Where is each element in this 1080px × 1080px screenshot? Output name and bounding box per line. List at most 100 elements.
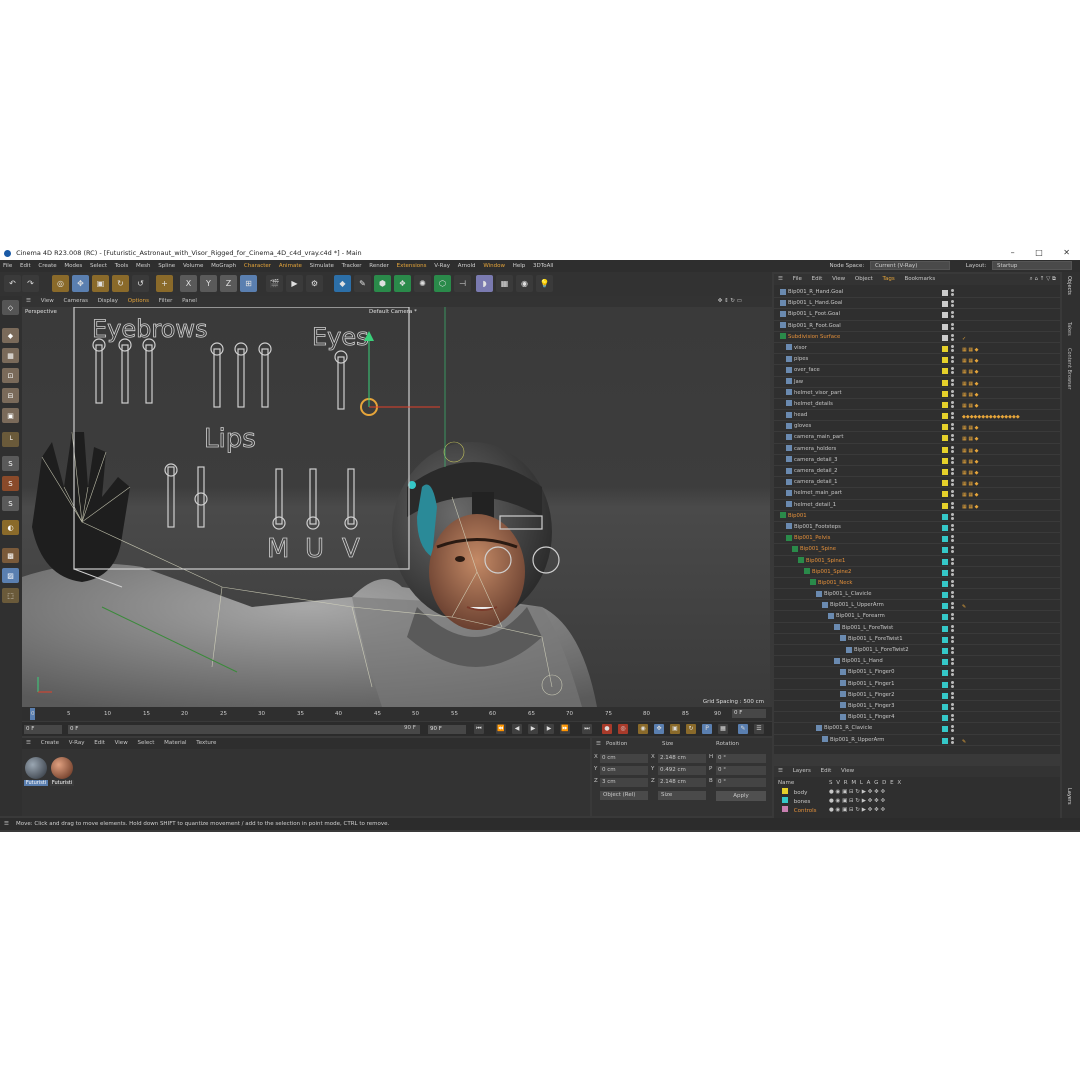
object-name[interactable]: Bip001_R_UpperArm bbox=[822, 735, 884, 746]
editor-visibility-dot[interactable] bbox=[951, 501, 954, 505]
status-menu-icon[interactable]: ☰ bbox=[4, 818, 9, 830]
object-row[interactable]: Bip001_L_Forearm bbox=[774, 611, 1060, 623]
layer-color-tag[interactable] bbox=[942, 681, 948, 688]
layer-color-tag[interactable] bbox=[942, 357, 948, 364]
layer-color-tag[interactable] bbox=[942, 301, 948, 308]
layer-flag-icons[interactable]: ● ◉ ▣ ⊟ ↻ ▶ ✥ ✥ ✜ bbox=[829, 788, 885, 797]
go-end-icon[interactable]: ⏭ bbox=[582, 724, 592, 734]
object-row[interactable]: Bip001_Spine1 bbox=[774, 556, 1060, 567]
render-visibility-dot[interactable] bbox=[951, 472, 954, 475]
render-visibility-dot[interactable] bbox=[951, 651, 954, 654]
subdivision-icon[interactable]: ⬢ bbox=[374, 275, 391, 292]
object-name[interactable]: Bip001_R_Foot.Goal bbox=[780, 321, 841, 332]
object-name[interactable]: Bip001_Spine1 bbox=[798, 556, 845, 567]
maximize-button[interactable]: □ bbox=[1035, 248, 1043, 257]
layer-menu-view[interactable]: View bbox=[837, 768, 858, 774]
coord-mode-dropdown[interactable]: Object (Rel) bbox=[600, 791, 648, 800]
vp-menu-filter[interactable]: Filter bbox=[155, 296, 177, 307]
layer-color-swatch[interactable] bbox=[782, 797, 788, 803]
render-visibility-dot[interactable] bbox=[951, 628, 954, 632]
object-row[interactable]: Bip001_L_Clavicle bbox=[774, 589, 1060, 601]
render-visibility-dot[interactable] bbox=[951, 706, 954, 710]
object-name[interactable]: camera_holders bbox=[786, 444, 836, 455]
coord-hamburger-icon[interactable]: ☰ bbox=[596, 741, 601, 747]
object-row[interactable]: Bip001_Spine2 bbox=[774, 567, 1060, 578]
editor-visibility-dot[interactable] bbox=[951, 412, 954, 416]
workplane-icon[interactable]: S bbox=[2, 496, 19, 511]
menu-simulate[interactable]: Simulate bbox=[307, 260, 337, 272]
layers-hamburger-icon[interactable]: ☰ bbox=[774, 768, 787, 774]
render-visibility-dot[interactable] bbox=[951, 583, 954, 587]
render-visibility-dot[interactable] bbox=[951, 382, 954, 386]
object-name[interactable]: visor bbox=[786, 343, 807, 354]
object-name[interactable]: Bip001_L_Forearm bbox=[828, 611, 885, 622]
vp-menu-cameras[interactable]: Cameras bbox=[60, 296, 92, 307]
object-row[interactable]: Jaw ▦ ▦ ◆ bbox=[774, 377, 1060, 388]
light-icon[interactable]: 💡 bbox=[536, 275, 553, 292]
render-visibility-dot[interactable] bbox=[951, 695, 954, 699]
menu-help[interactable]: Help bbox=[510, 260, 529, 272]
end-frame-field[interactable]: 90 F bbox=[428, 725, 466, 734]
editor-visibility-dot[interactable] bbox=[951, 702, 954, 706]
live-select-icon[interactable]: ◎ bbox=[52, 275, 69, 292]
editor-visibility-dot[interactable] bbox=[951, 725, 954, 729]
timeline-ruler[interactable]: 0 5 10 15 20 25 30 35 40 45 50 55 60 65 … bbox=[22, 707, 772, 721]
object-name[interactable]: helmet_main_part bbox=[786, 488, 842, 499]
scale-icon[interactable]: ▣ bbox=[92, 275, 109, 292]
object-row[interactable]: Bip001_L_ForeTwist1 bbox=[774, 634, 1060, 645]
camera-icon[interactable]: ◉ bbox=[516, 275, 533, 292]
object-row[interactable]: camera_detail_3 ▦ ▦ ◆ bbox=[774, 455, 1060, 466]
obj-menu-edit[interactable]: Edit bbox=[808, 274, 827, 285]
editor-visibility-dot[interactable] bbox=[951, 546, 954, 550]
record-icon[interactable]: ● bbox=[602, 724, 612, 734]
layer-color-tag[interactable] bbox=[942, 379, 948, 386]
render-picture-icon[interactable]: ▶ bbox=[286, 275, 303, 292]
editor-visibility-dot[interactable] bbox=[951, 400, 954, 404]
viewport-nav-icons[interactable]: ✥ ⇕ ↻ ▭ bbox=[718, 296, 742, 307]
mat-menu-vray[interactable]: V-Ray bbox=[65, 738, 89, 749]
menu-vray[interactable]: V-Ray bbox=[431, 260, 453, 272]
x-axis-icon[interactable]: X bbox=[180, 275, 197, 292]
render-visibility-dot[interactable] bbox=[951, 293, 954, 296]
render-visibility-dot[interactable] bbox=[951, 639, 954, 643]
menu-window[interactable]: Window bbox=[480, 260, 508, 272]
editor-visibility-dot[interactable] bbox=[951, 669, 954, 673]
object-name[interactable]: Bip001_L_Finger4 bbox=[840, 712, 895, 723]
render-visibility-dot[interactable] bbox=[951, 393, 954, 397]
obj-menu-object[interactable]: Object bbox=[851, 274, 877, 285]
rot-p-field[interactable]: 0 ° bbox=[716, 766, 766, 775]
pos-z-field[interactable]: 3 cm bbox=[600, 778, 648, 787]
layer-row[interactable]: Controls ● ◉ ▣ ⊟ ↻ ▶ ✥ ✥ ✜ bbox=[778, 806, 1058, 815]
editor-visibility-dot[interactable] bbox=[951, 389, 954, 393]
render-visibility-dot[interactable] bbox=[951, 416, 954, 420]
layer-row[interactable]: body ● ◉ ▣ ⊟ ↻ ▶ ✥ ✥ ✜ bbox=[778, 788, 1058, 797]
object-row[interactable]: Bip001_L_UpperArm ✎ bbox=[774, 600, 1060, 612]
layer-color-tag[interactable] bbox=[942, 636, 948, 643]
editor-visibility-dot[interactable] bbox=[951, 445, 954, 449]
object-row[interactable]: visor ▦ ▦ ◆ bbox=[774, 343, 1060, 355]
render-visibility-dot[interactable] bbox=[951, 494, 954, 498]
layer-color-tag[interactable] bbox=[942, 703, 948, 710]
layer-color-tag[interactable] bbox=[942, 692, 948, 699]
model-mode-icon[interactable]: ◆ bbox=[2, 328, 19, 343]
layer-color-tag[interactable] bbox=[942, 290, 948, 296]
mat-menu-create[interactable]: Create bbox=[37, 738, 63, 749]
play-icon[interactable]: ▶ bbox=[528, 724, 538, 734]
layer-menu-layers[interactable]: Layers bbox=[789, 768, 815, 774]
layer-color-tag[interactable] bbox=[942, 603, 948, 610]
render-visibility-dot[interactable] bbox=[951, 449, 954, 453]
layer-color-tag[interactable] bbox=[942, 345, 948, 352]
object-row[interactable]: Bip001_L_Finger3 bbox=[774, 701, 1060, 713]
key-pla-icon[interactable]: ▦ bbox=[718, 724, 728, 734]
object-name[interactable]: Bip001_L_Hand.Goal bbox=[780, 298, 843, 309]
layer-color-tag[interactable] bbox=[942, 446, 948, 453]
editor-visibility-dot[interactable] bbox=[951, 635, 954, 639]
object-row[interactable]: camera_detail_2 ▦ ▦ ◆ bbox=[774, 466, 1060, 478]
material-hamburger-icon[interactable]: ☰ bbox=[22, 738, 35, 749]
menu-volume[interactable]: Volume bbox=[180, 260, 206, 272]
render-visibility-dot[interactable] bbox=[951, 304, 954, 308]
editor-visibility-dot[interactable] bbox=[951, 568, 954, 572]
editor-visibility-dot[interactable] bbox=[951, 691, 954, 695]
object-row[interactable]: Bip001_L_Finger0 bbox=[774, 667, 1060, 679]
pen-icon[interactable]: ✎ bbox=[354, 275, 371, 292]
